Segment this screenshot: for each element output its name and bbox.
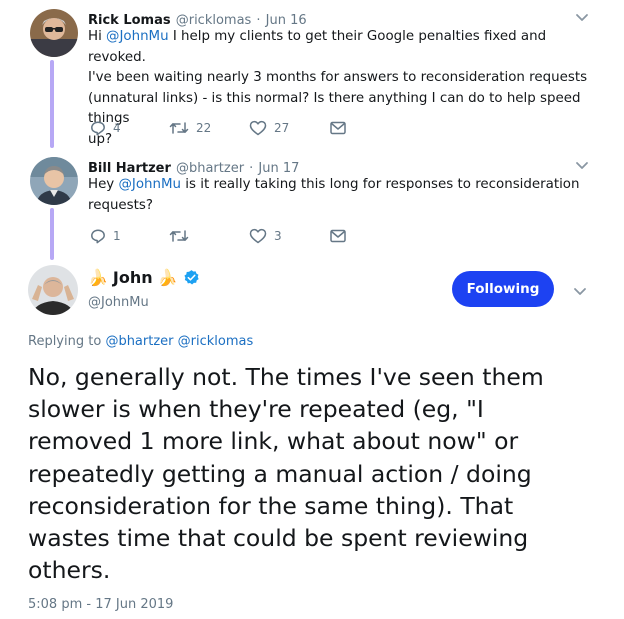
avatar[interactable] <box>30 9 78 57</box>
retweet-count: 22 <box>196 121 212 135</box>
tweet-line: Hey @JohnMu is it really taking this lon… <box>88 175 588 196</box>
tweet-date[interactable]: Jun 16 <box>266 13 307 28</box>
banana-emoji: 🍌 <box>88 268 108 287</box>
tweet-line: Hi @JohnMu I help my clients to get thei… <box>88 27 588 68</box>
banana-emoji: 🍌 <box>157 268 178 287</box>
dot-separator: · <box>249 161 254 176</box>
mention-link[interactable]: @JohnMu <box>106 29 169 44</box>
text: Hey <box>88 177 119 192</box>
author-handle[interactable]: @ricklomas <box>176 13 252 28</box>
text: Hi <box>88 29 107 44</box>
like-count: 27 <box>274 121 290 135</box>
avatar[interactable] <box>28 265 78 315</box>
tweet-text: Hey @JohnMu is it really taking this lon… <box>88 175 588 216</box>
replying-to-label: Replying to <box>28 334 102 349</box>
mention-link[interactable]: @bhartzer <box>105 334 173 349</box>
author-name[interactable]: John <box>113 268 153 287</box>
envelope-icon <box>330 229 346 243</box>
tweet-timestamp[interactable]: 5:08 pm - 17 Jun 2019 <box>28 597 173 612</box>
reply-icon <box>91 121 105 136</box>
chevron-down-icon[interactable] <box>572 283 588 299</box>
chevron-down-icon[interactable] <box>574 157 590 173</box>
text: requests? <box>88 197 153 213</box>
reply-count: 1 <box>113 229 121 243</box>
like-button[interactable]: 3 <box>249 228 282 244</box>
like-button[interactable]: 27 <box>249 120 289 136</box>
retweet-icon <box>169 122 189 134</box>
chevron-down-icon[interactable] <box>574 9 590 25</box>
verified-badge-icon <box>183 270 199 285</box>
dot-separator: · <box>256 13 261 28</box>
thread-line <box>50 60 54 148</box>
reply-count: 4 <box>113 121 121 135</box>
like-count: 3 <box>274 229 282 243</box>
author-name[interactable]: Rick Lomas <box>88 13 171 28</box>
retweet-button[interactable] <box>169 228 196 244</box>
avatar[interactable] <box>30 157 78 205</box>
retweet-button[interactable]: 22 <box>169 120 211 136</box>
thread-line <box>50 208 54 260</box>
reply-button[interactable]: 1 <box>90 228 121 244</box>
text: is it really taking this long for respon… <box>181 177 580 192</box>
dm-button[interactable] <box>329 228 347 244</box>
author-handle[interactable]: @bhartzer <box>176 161 244 176</box>
replying-to: Replying to @bhartzer @ricklomas <box>28 334 253 349</box>
tweet-date[interactable]: Jun 17 <box>258 161 299 176</box>
reply-icon <box>91 229 105 244</box>
tweet-line: I've been waiting nearly 3 months for an… <box>88 68 588 89</box>
text: I've been waiting nearly 3 months for an… <box>88 70 588 85</box>
following-button[interactable]: Following <box>452 271 554 307</box>
mention-link[interactable]: @ricklomas <box>178 334 254 349</box>
author-name[interactable]: Bill Hartzer <box>88 161 171 176</box>
dm-button[interactable] <box>329 120 347 136</box>
heart-icon <box>249 120 267 136</box>
reply-button[interactable]: 4 <box>90 120 121 136</box>
mention-link[interactable]: @JohnMu <box>119 177 182 192</box>
main-tweet-text: No, generally not. The times I've seen t… <box>28 363 544 585</box>
author-handle[interactable]: @JohnMu <box>88 295 149 310</box>
envelope-icon <box>330 121 346 135</box>
retweet-icon <box>169 230 189 242</box>
tweet-line: requests? <box>88 196 588 217</box>
heart-icon <box>249 228 267 244</box>
